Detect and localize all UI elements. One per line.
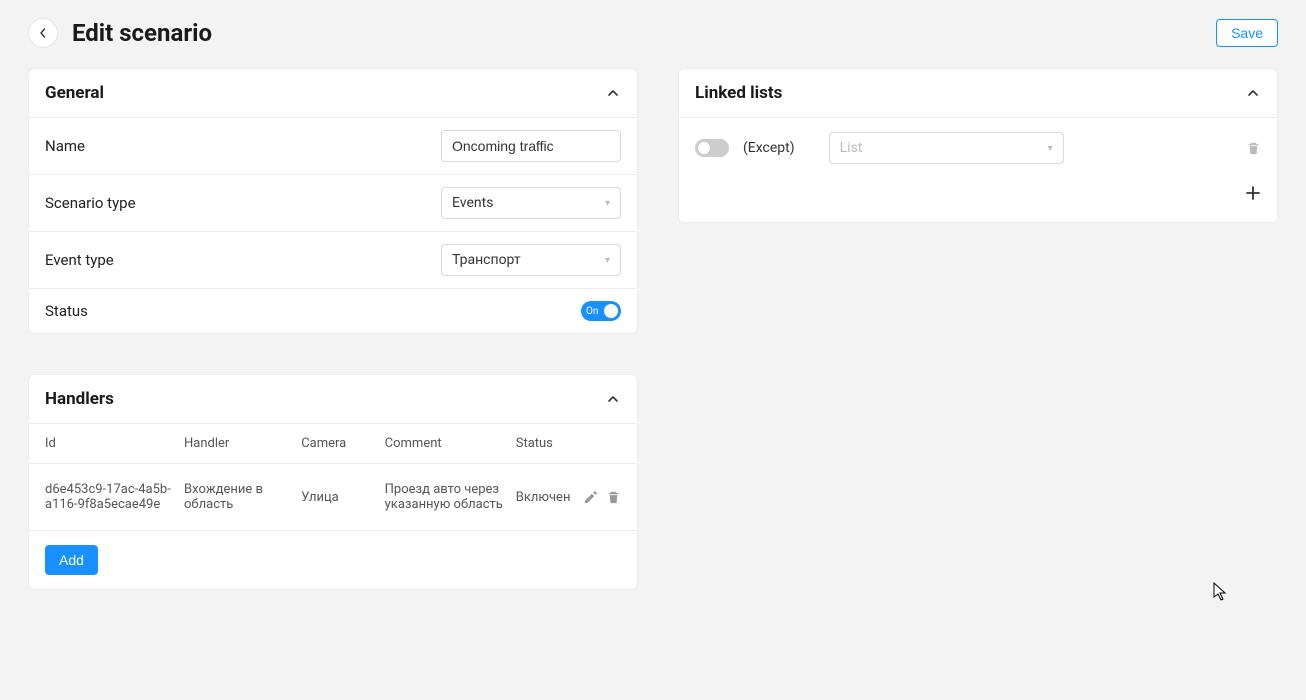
event-type-value: Транспорт (452, 252, 521, 268)
list-placeholder: List (840, 140, 863, 156)
cell-status: Включен (516, 490, 582, 505)
event-type-label: Event type (45, 251, 114, 269)
chevron-up-icon (606, 86, 620, 100)
linked-lists-card: Linked lists (Except) List ▾ (678, 68, 1278, 223)
cell-handler: Вхождение в область (184, 482, 301, 512)
toggle-knob (698, 142, 710, 154)
trash-icon (1246, 141, 1261, 156)
col-id: Id (45, 436, 184, 451)
chevron-up-icon (606, 392, 620, 406)
status-toggle-label: On (581, 306, 603, 317)
chevron-left-icon (38, 28, 48, 38)
scenario-type-value: Events (452, 195, 493, 211)
delete-linked-button[interactable] (1246, 141, 1261, 156)
col-status: Status (516, 436, 582, 451)
name-input[interactable] (441, 130, 621, 162)
chevron-down-icon: ▾ (605, 255, 610, 266)
save-button[interactable]: Save (1216, 19, 1278, 47)
cell-camera: Улица (301, 490, 384, 505)
add-handler-button[interactable]: Add (45, 545, 98, 575)
handlers-card: Handlers Id Handler Camera Comment Statu… (28, 374, 638, 590)
cell-comment: Проезд авто через указанную область (385, 482, 516, 512)
add-linked-button[interactable] (1245, 184, 1261, 204)
linked-title: Linked lists (695, 83, 782, 103)
event-type-select[interactable]: Транспорт ▾ (441, 244, 621, 276)
except-toggle[interactable] (695, 139, 729, 157)
cell-id: d6e453c9-17ac-4a5b-a116-9f8a5ecae49e (45, 482, 184, 512)
plus-icon (1245, 185, 1261, 201)
status-toggle[interactable]: On (581, 301, 621, 321)
general-card: General Name Scenario type Events ▾ (28, 68, 638, 334)
page-header: Edit scenario Save (28, 18, 1278, 48)
except-label: (Except) (743, 140, 795, 156)
scenario-type-select[interactable]: Events ▾ (441, 187, 621, 219)
chevron-down-icon: ▾ (1048, 143, 1053, 154)
status-label: Status (45, 302, 88, 320)
back-button[interactable] (28, 18, 58, 48)
scenario-type-label: Scenario type (45, 194, 136, 212)
chevron-up-icon (1246, 86, 1260, 100)
toggle-knob (604, 304, 618, 318)
col-comment: Comment (385, 436, 516, 451)
chevron-down-icon: ▾ (605, 198, 610, 209)
general-title: General (45, 83, 104, 103)
trash-icon (606, 490, 621, 505)
handlers-title: Handlers (45, 389, 114, 409)
name-label: Name (45, 137, 85, 155)
collapse-handlers[interactable] (605, 391, 621, 407)
pencil-icon (583, 490, 598, 505)
delete-button[interactable] (606, 490, 621, 505)
table-row: d6e453c9-17ac-4a5b-a116-9f8a5ecae49e Вхо… (29, 464, 637, 531)
list-select[interactable]: List ▾ (829, 132, 1064, 164)
page-title: Edit scenario (72, 19, 212, 47)
edit-button[interactable] (583, 490, 598, 505)
col-camera: Camera (301, 436, 384, 451)
collapse-general[interactable] (605, 85, 621, 101)
col-handler: Handler (184, 436, 301, 451)
handlers-table-head: Id Handler Camera Comment Status (29, 424, 637, 464)
collapse-linked[interactable] (1245, 85, 1261, 101)
